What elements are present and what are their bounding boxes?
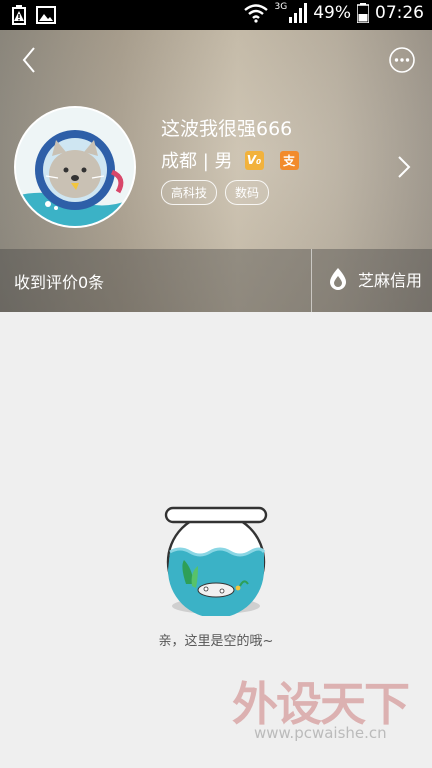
- network-type: 3G: [274, 2, 288, 12]
- vip-level-badge: V₀: [244, 150, 264, 170]
- profile-detail-button[interactable]: [396, 154, 412, 180]
- battery-icon: [357, 3, 369, 23]
- clock: 07:26: [375, 3, 424, 23]
- status-left-icons: [10, 5, 56, 25]
- alipay-badge: 支: [279, 150, 299, 170]
- empty-message: 亲，这里是空的哦~: [158, 634, 274, 649]
- fishbowl-icon: [164, 506, 268, 616]
- gallery-icon: [36, 5, 56, 25]
- profile-info-row: 成都 | 男 V₀ 支: [161, 147, 299, 173]
- more-options-button[interactable]: [388, 46, 416, 74]
- interest-tags: 高科技 数码: [161, 180, 270, 205]
- avatar[interactable]: [14, 106, 136, 228]
- watermark-url: www.pcwaishe.cn: [254, 724, 387, 742]
- tag-item[interactable]: 数码: [225, 180, 270, 205]
- chevron-right-icon: [398, 156, 411, 178]
- chevron-left-icon: [22, 47, 35, 73]
- cat-astronaut-avatar-image: [16, 108, 134, 226]
- signal-icon: [289, 3, 308, 23]
- stats-bar: 收到评价0条 芝麻信用: [0, 249, 432, 312]
- reviews-count[interactable]: 收到评价0条: [14, 269, 104, 293]
- sesame-credit-icon: [330, 268, 346, 290]
- divider: [311, 249, 312, 312]
- username: 这波我很强666: [161, 118, 293, 140]
- status-bar: 3G 49% 07:26: [0, 0, 432, 30]
- tag-item[interactable]: 高科技: [161, 180, 218, 205]
- sesame-credit-button[interactable]: 芝麻信用: [328, 267, 422, 291]
- more-icon: [389, 47, 415, 73]
- battery-warning-icon: [10, 5, 28, 25]
- sesame-credit-label: 芝麻信用: [358, 271, 423, 290]
- back-button[interactable]: [16, 44, 44, 76]
- location-gender: 成都 | 男: [161, 151, 233, 172]
- status-right: 3G 49% 07:26: [243, 2, 424, 23]
- battery-percent: 49%: [313, 3, 351, 23]
- wifi-icon: [243, 3, 269, 23]
- watermark: 外设天下 www.pcwaishe.cn: [232, 668, 417, 758]
- profile-header: 这波我很强666 成都 | 男 V₀ 支 高科技 数码 收到评价0条 芝麻信用: [0, 30, 432, 312]
